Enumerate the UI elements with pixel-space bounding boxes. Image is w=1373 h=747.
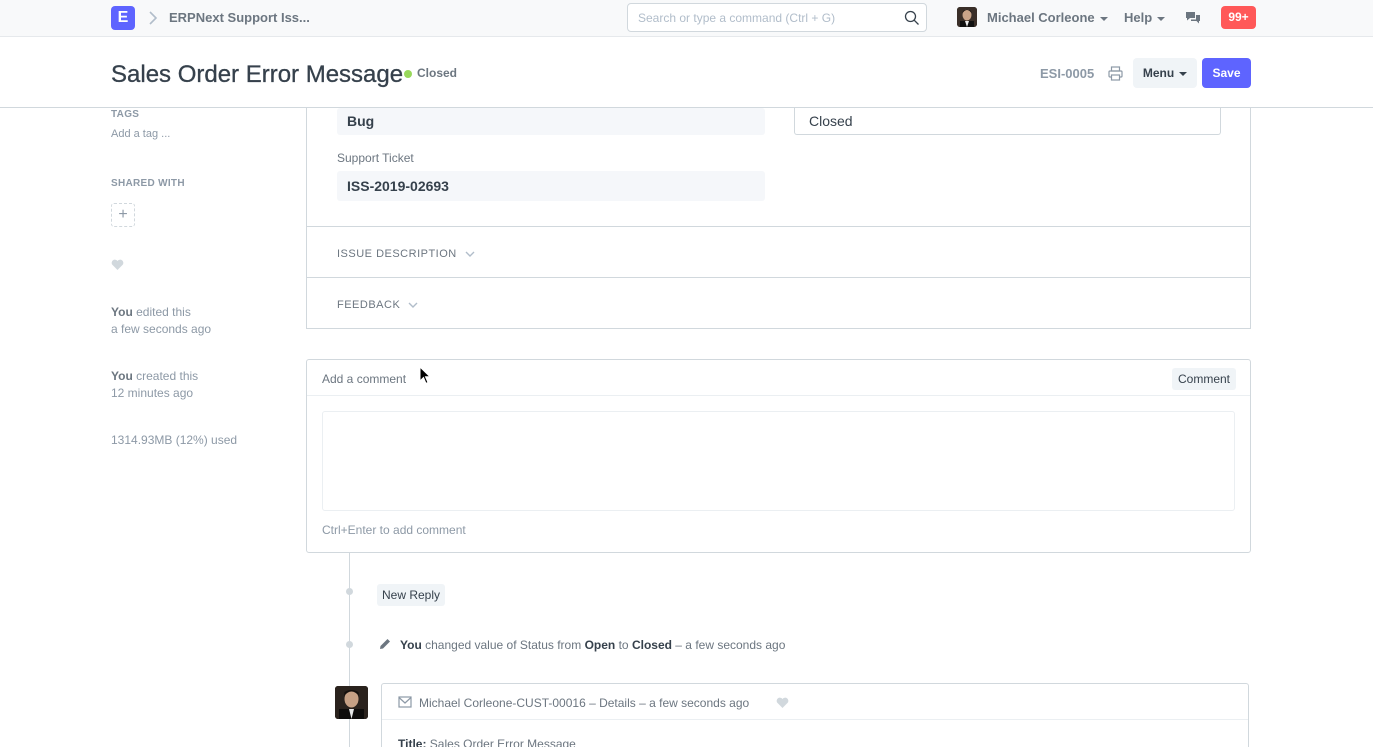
breadcrumb[interactable]: ERPNext Support Iss... — [169, 10, 310, 25]
menu-label: Menu — [1142, 66, 1175, 80]
email-subject-link[interactable]: Michael Corleone-CUST-00016 – Details – … — [419, 696, 749, 710]
email-card: Michael Corleone-CUST-00016 – Details – … — [381, 683, 1249, 747]
status-field[interactable]: Closed — [794, 108, 1221, 135]
print-icon[interactable] — [1108, 66, 1123, 81]
chevron-down-icon — [465, 251, 475, 258]
activity-action: edited this — [136, 305, 191, 319]
mouse-pointer-icon — [419, 366, 431, 385]
form-card: Bug Closed Support Ticket ISS-2019-02693… — [306, 108, 1251, 329]
comment-input[interactable] — [322, 411, 1235, 511]
timeline-dot — [346, 588, 353, 595]
activity-user: You — [111, 305, 133, 319]
email-title-value: Sales Order Error Message — [429, 737, 576, 747]
user-menu[interactable]: Michael Corleone — [987, 10, 1108, 25]
support-ticket-link[interactable]: ISS-2019-02693 — [337, 171, 765, 201]
change-from: Open — [584, 638, 616, 652]
avatar — [335, 686, 368, 719]
change-user: You — [400, 638, 422, 652]
menu-button[interactable]: Menu — [1133, 58, 1197, 88]
search-input[interactable] — [628, 4, 898, 31]
user-name: Michael Corleone — [987, 10, 1095, 25]
timeline-status-change: You changed value of Status from Open to… — [400, 638, 785, 652]
email-body: Title: Sales Order Error Message — [398, 737, 576, 747]
add-tag-link[interactable]: Add a tag ... — [111, 128, 170, 140]
comment-button[interactable]: Comment — [1171, 368, 1236, 390]
activity-item: You edited this a few seconds ago — [111, 304, 211, 338]
email-title-label: Title: — [398, 737, 427, 747]
status-indicator — [404, 70, 412, 78]
activity-time: 12 minutes ago — [111, 386, 194, 400]
comment-header: Add a comment Comment — [307, 360, 1250, 396]
comment-box: Add a comment Comment Ctrl+Enter to add … — [306, 359, 1251, 553]
shared-with-label: SHARED WITH — [111, 178, 185, 189]
comment-title: Add a comment — [322, 372, 407, 386]
change-to-word: to — [618, 638, 629, 652]
activity-user: You — [111, 369, 133, 383]
notifications-badge[interactable]: 99+ — [1221, 6, 1256, 29]
page-head: Sales Order Error Message Closed ESI-000… — [0, 38, 1373, 108]
help-label: Help — [1124, 10, 1153, 25]
section-issue-description[interactable]: ISSUE DESCRIPTION — [337, 248, 475, 260]
section-divider — [307, 277, 1250, 278]
status-badge: Closed — [417, 66, 458, 80]
caret-down-icon — [1157, 16, 1166, 21]
timeline-dot — [346, 641, 353, 648]
email-header: Michael Corleone-CUST-00016 – Details – … — [382, 684, 1248, 720]
activity-action: created this — [136, 369, 199, 383]
avatar-image — [957, 7, 977, 27]
chevron-down-icon — [408, 302, 418, 309]
activity-time: a few seconds ago — [111, 322, 212, 336]
chat-icon[interactable] — [1185, 10, 1201, 26]
section-title: ISSUE DESCRIPTION — [337, 248, 457, 260]
storage-usage: 1314.93MB (12%) used — [111, 433, 238, 447]
change-to: Closed — [631, 638, 672, 652]
change-text: changed value of Status from — [425, 638, 582, 652]
user-avatar[interactable] — [957, 7, 977, 27]
mail-icon — [398, 696, 412, 708]
change-time: – a few seconds ago — [675, 638, 786, 652]
page-title: Sales Order Error Message — [111, 61, 404, 88]
activity-item: You created this 12 minutes ago — [111, 368, 198, 402]
section-title: FEEDBACK — [337, 299, 401, 311]
section-feedback[interactable]: FEEDBACK — [337, 299, 418, 311]
caret-down-icon — [1179, 71, 1188, 76]
pencil-icon — [380, 639, 390, 649]
support-ticket-label: Support Ticket — [337, 151, 414, 165]
document-id: ESI-0005 — [1040, 66, 1095, 81]
search-bar[interactable] — [627, 3, 927, 32]
save-button[interactable]: Save — [1202, 58, 1251, 88]
app-logo[interactable]: E — [111, 6, 135, 30]
avatar-image — [335, 686, 368, 719]
navbar: E ERPNext Support Iss... Michael Corleon… — [0, 0, 1373, 37]
chevron-right-icon — [149, 11, 158, 25]
comment-hint: Ctrl+Enter to add comment — [322, 523, 466, 537]
heart-icon[interactable] — [776, 697, 789, 709]
tags-label: TAGS — [111, 109, 140, 120]
caret-down-icon — [1099, 16, 1108, 21]
search-icon[interactable] — [904, 10, 920, 26]
issue-type-field: Bug — [337, 108, 765, 135]
section-divider — [307, 226, 1250, 227]
add-share-button[interactable]: + — [111, 203, 135, 227]
heart-icon[interactable] — [111, 259, 124, 271]
help-menu[interactable]: Help — [1124, 10, 1166, 25]
new-reply-button[interactable]: New Reply — [377, 584, 446, 606]
